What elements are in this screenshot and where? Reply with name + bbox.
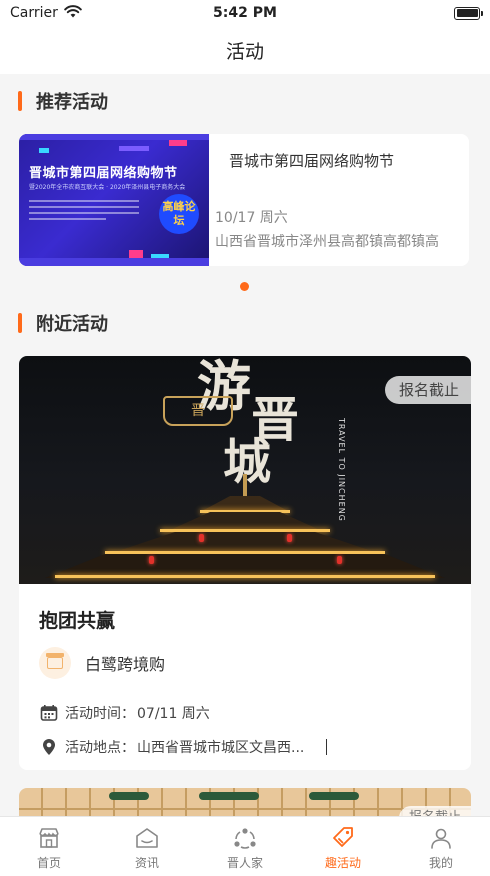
nearby-activity-card-next[interactable]: 报名截止 <box>19 788 471 816</box>
status-bar: Carrier 5:42 PM <box>0 0 490 26</box>
nearby-activity-body: 抱团共赢 白鹭跨境购 活动时间： 07/11 周六 活动地点： 山西省晋城市城区… <box>19 606 471 757</box>
content-scroll[interactable]: 推荐活动 晋城市第四届网络购物节 暨2020年全市农商互联大会 · 2020年泽… <box>0 74 490 816</box>
image-vertical-text: TRAVEL TO JINCHENG <box>337 418 346 522</box>
calendar-icon <box>39 703 59 723</box>
recommended-activity-date: 10/17 周六 <box>215 210 288 226</box>
tab-home-label: 首页 <box>36 856 61 870</box>
card-pattern <box>109 792 149 800</box>
tower-roof <box>170 512 320 530</box>
tower-lamp <box>337 556 342 564</box>
tab-news[interactable]: 资讯 <box>98 817 196 876</box>
carrier-label: Carrier <box>10 5 58 21</box>
tower-lamp <box>287 534 292 542</box>
banner-pixel <box>119 146 149 151</box>
section-accent-bar <box>18 91 22 111</box>
tab-home[interactable]: 首页 <box>0 817 98 876</box>
shop-icon <box>46 653 64 669</box>
banner-subtitle: 暨2020年全市农商互联大会 · 2020年泽州县电子商务大会 <box>29 184 186 191</box>
image-calligraphy: 城 <box>223 434 272 490</box>
card-pattern <box>309 792 359 800</box>
tab-profile[interactable]: 我的 <box>392 817 490 876</box>
recommended-activity-card[interactable]: 晋城市第四届网络购物节 暨2020年全市农商互联大会 · 2020年泽州县电子商… <box>19 134 469 266</box>
nav-bar: 活动 <box>0 26 490 74</box>
recommended-activity-address: 山西省晋城市泽州县高都镇高都镇高 <box>215 234 439 250</box>
banner-pixel <box>39 148 49 153</box>
registration-closed-badge: 报名截止 <box>398 806 471 816</box>
nearby-activity-name: 抱团共赢 <box>39 610 116 632</box>
wifi-icon <box>64 4 82 22</box>
tab-news-label: 资讯 <box>134 856 159 870</box>
nearby-activity-card[interactable]: 游 晋 晋 城 TRAVEL TO JINCHENG 报名截止 抱团共赢 白鹭跨… <box>19 356 471 770</box>
tab-community-label: 晋人家 <box>226 856 263 870</box>
carousel-page-indicator <box>240 282 249 291</box>
location-pin-icon <box>39 737 59 757</box>
section-title-recommended: 推荐活动 <box>36 92 108 113</box>
tower-spire <box>243 474 247 498</box>
nearby-activity-image: 游 晋 晋 城 TRAVEL TO JINCHENG 报名截止 <box>19 356 471 584</box>
section-recommended: 推荐活动 <box>0 88 108 114</box>
bottom-tab-bar: 首页 资讯 晋人家 趣活动 我的 <box>0 816 490 876</box>
organizer-row[interactable]: 白鹭跨境购 <box>39 647 451 679</box>
activity-time-label: 活动时间： <box>65 706 135 722</box>
community-icon <box>232 826 258 850</box>
section-accent-bar <box>18 313 22 333</box>
recommended-activity-name: 晋城市第四届网络购物节 <box>229 152 395 170</box>
activity-place-row: 活动地点： 山西省晋城市城区文昌西... <box>39 737 451 757</box>
activity-time-row: 活动时间： 07/11 周六 <box>39 703 451 723</box>
text-cursor <box>326 739 328 755</box>
recommended-activity-info: 晋城市第四届网络购物节 10/17 周六 山西省晋城市泽州县高都镇高都镇高 <box>209 134 469 266</box>
banner-pixel <box>129 250 143 258</box>
section-nearby: 附近活动 <box>0 310 108 336</box>
tower-lamp <box>199 534 204 542</box>
banner-title: 晋城市第四届网络购物节 <box>29 166 178 181</box>
tab-community[interactable]: 晋人家 <box>196 817 294 876</box>
tab-activity[interactable]: 趣活动 <box>294 817 392 876</box>
banner-pixel <box>169 140 187 146</box>
news-icon <box>134 826 160 850</box>
registration-closed-badge: 报名截止 <box>384 376 471 404</box>
activity-tag-icon <box>330 826 356 850</box>
activity-time-value: 07/11 周六 <box>137 706 210 722</box>
tab-activity-label: 趣活动 <box>324 856 361 870</box>
tab-profile-label: 我的 <box>428 856 453 870</box>
recommended-activity-banner: 晋城市第四届网络购物节 暨2020年全市农商互联大会 · 2020年泽州县电子商… <box>19 134 209 266</box>
banner-text-lines <box>29 200 139 224</box>
home-store-icon <box>36 826 62 850</box>
tower-lamp <box>149 556 154 564</box>
profile-icon <box>428 826 454 850</box>
page-title: 活动 <box>225 40 264 63</box>
banner-badge: 高峰论坛 <box>159 194 199 234</box>
section-title-nearby: 附近活动 <box>36 314 108 335</box>
tower-roof <box>115 532 375 552</box>
organizer-name: 白鹭跨境购 <box>85 655 166 674</box>
battery-icon <box>454 6 483 20</box>
status-left: Carrier <box>10 4 82 22</box>
activity-place-value: 山西省晋城市城区文昌西... <box>137 740 305 756</box>
card-pattern <box>199 792 259 800</box>
banner-decoration <box>19 258 209 266</box>
organizer-avatar <box>39 647 71 679</box>
tower-light <box>55 575 435 578</box>
activity-place-label: 活动地点： <box>65 740 135 756</box>
